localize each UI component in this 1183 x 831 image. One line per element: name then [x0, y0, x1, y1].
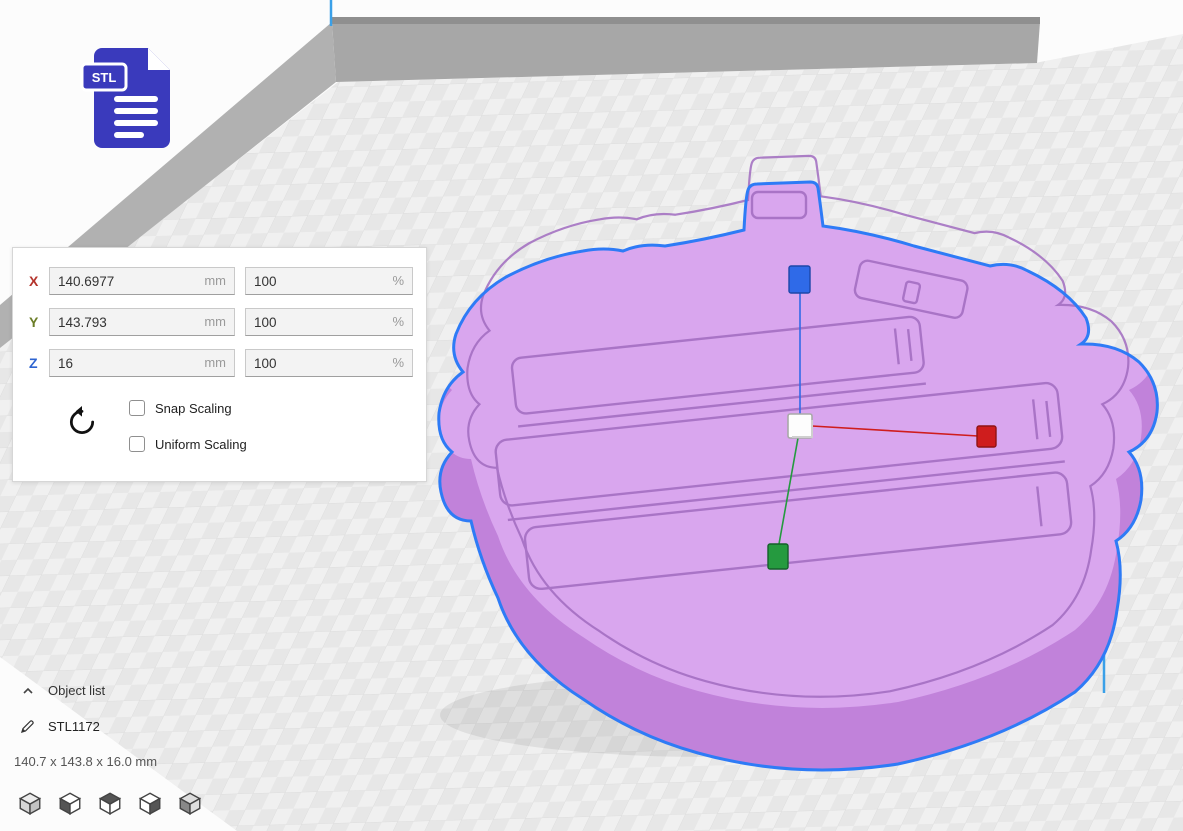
model-dimensions-label: 140.7 x 143.8 x 16.0 mm: [14, 754, 157, 769]
uniform-scaling-label: Uniform Scaling: [155, 437, 247, 452]
x-size-field: mm: [49, 267, 235, 295]
view-front-icon: [57, 790, 83, 816]
chevron-up-icon: [22, 687, 34, 695]
scale-row-y: Y mm %: [13, 308, 426, 336]
object-list-toggle[interactable]: Object list: [22, 683, 105, 698]
camera-view-toolbar: [16, 790, 204, 818]
view-top-button[interactable]: [96, 790, 124, 818]
build-plate-rim-top-crest: [332, 17, 1040, 24]
gizmo-center-handle[interactable]: [788, 414, 812, 438]
x-axis-label: X: [29, 267, 49, 295]
y-size-field: mm: [49, 308, 235, 336]
uniform-scaling-option: Uniform Scaling: [129, 435, 247, 453]
scale-row-z: Z mm %: [13, 349, 426, 377]
view-left-button[interactable]: [136, 790, 164, 818]
z-size-input[interactable]: [50, 350, 234, 376]
view-top-icon: [97, 790, 123, 816]
z-percent-field: %: [245, 349, 413, 377]
view-3d-icon: [17, 790, 43, 816]
y-percent-input[interactable]: [246, 309, 412, 335]
snap-scaling-option: Snap Scaling: [129, 399, 232, 417]
snap-scaling-label: Snap Scaling: [155, 401, 232, 416]
object-list-header-label: Object list: [48, 683, 105, 698]
object-list-item[interactable]: STL1172: [20, 719, 100, 734]
y-percent-field: %: [245, 308, 413, 336]
x-percent-input[interactable]: [246, 268, 412, 294]
object-name-label: STL1172: [48, 719, 100, 734]
reset-scale-button[interactable]: [65, 406, 99, 440]
application-window: STL X mm % Y mm %: [0, 0, 1183, 831]
gizmo-x-handle[interactable]: [977, 426, 996, 447]
stl-badge-label: STL: [92, 70, 117, 85]
x-percent-field: %: [245, 267, 413, 295]
view-right-button[interactable]: [176, 790, 204, 818]
uniform-scaling-checkbox[interactable]: [129, 436, 145, 452]
scale-row-x: X mm %: [13, 267, 426, 295]
view-front-button[interactable]: [56, 790, 84, 818]
rename-pencil-icon[interactable]: [20, 719, 35, 734]
z-percent-input[interactable]: [246, 350, 412, 376]
stl-document-fold: [148, 48, 170, 70]
snap-scaling-checkbox[interactable]: [129, 400, 145, 416]
view-3d-button[interactable]: [16, 790, 44, 818]
view-right-icon: [177, 790, 203, 816]
y-axis-label: Y: [29, 308, 49, 336]
gizmo-y-handle[interactable]: [768, 544, 788, 569]
y-size-input[interactable]: [50, 309, 234, 335]
gizmo-z-handle[interactable]: [789, 266, 810, 293]
x-size-input[interactable]: [50, 268, 234, 294]
scale-tool-panel: X mm % Y mm % Z mm: [12, 247, 427, 482]
view-left-icon: [137, 790, 163, 816]
reset-rotate-ccw-icon: [66, 406, 98, 438]
z-axis-label: Z: [29, 349, 49, 377]
z-size-field: mm: [49, 349, 235, 377]
stl-file-thumbnail: STL: [80, 44, 178, 157]
